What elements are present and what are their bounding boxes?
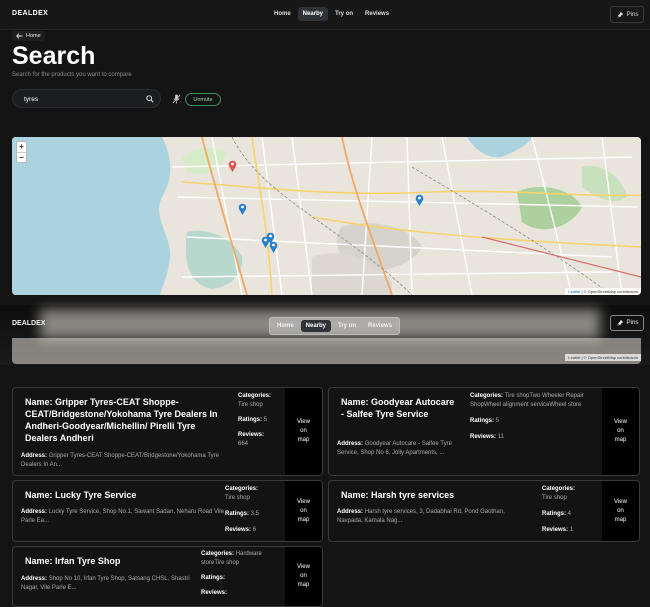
result-address: Address: Harsh tyre services, 3, Dadabha…	[337, 509, 505, 524]
brand-logo[interactable]: DEALDEX	[12, 10, 48, 17]
view-on-map-button[interactable]: View on map	[285, 388, 322, 475]
categories-value: Tire shop	[542, 495, 567, 501]
results-map[interactable]: + − Leaflet | © OpenStreetMap contributo…	[12, 137, 641, 295]
map-marker-icon[interactable]	[269, 241, 278, 253]
search-icon[interactable]	[146, 95, 154, 103]
page-subtitle: Search for the products you want to comp…	[12, 72, 132, 78]
result-meta: Categories: Tire shopTwo Wheeler Repair …	[470, 392, 598, 442]
ratings-label: Ratings:	[542, 511, 566, 517]
result-card: Name: Irfan Tyre Shop Address: Shop No 1…	[12, 546, 323, 607]
map-tiles-faded	[12, 338, 641, 364]
categories-label: Categories:	[542, 486, 576, 492]
osm-attribution: | © OpenStreetMap contributors	[581, 289, 638, 294]
reviews-label: Reviews:	[542, 527, 569, 533]
leaflet-link[interactable]: Leaflet	[568, 355, 580, 360]
reviews-value: 1	[569, 527, 574, 533]
nav-links: Home Nearby Try on Reviews	[269, 317, 401, 335]
result-meta: Categories: Hardware storeTire shop Rati…	[201, 550, 286, 598]
pins-button[interactable]: Pins	[610, 315, 644, 331]
unmute-button[interactable]: Unmute	[185, 93, 221, 106]
map-zoom-control: + −	[16, 141, 27, 163]
map-attribution: Leaflet | © OpenStreetMap contributors	[565, 288, 641, 295]
categories-label: Categories:	[225, 486, 259, 492]
map-marker-icon[interactable]	[415, 194, 424, 206]
reviews-label: Reviews:	[201, 590, 228, 596]
page-title: Search	[12, 42, 96, 70]
top-navbar: DEALDEX Home Nearby Try on Reviews Pins	[0, 0, 650, 30]
map-tiles	[12, 137, 641, 295]
osm-attribution: | © OpenStreetMap contributors	[581, 355, 638, 360]
categories-label: Categories:	[238, 393, 272, 399]
nav-home[interactable]: Home	[269, 7, 296, 21]
mic-off-icon[interactable]	[172, 94, 181, 104]
result-meta: Categories: Tire shop Ratings: 4 Reviews…	[542, 485, 602, 535]
map-attribution: Leaflet | © OpenStreetMap contributors	[565, 354, 641, 361]
categories-value: Tire shop	[225, 495, 250, 501]
result-name: Name: Harsh tyre services	[341, 490, 455, 500]
result-address: Address: Gripper Tyres-CEAT Shoppe-CEAT/…	[21, 453, 219, 468]
reviews-label: Reviews:	[225, 527, 252, 533]
ratings-label: Ratings:	[470, 418, 494, 424]
result-card: Name: Gripper Tyres-CEAT Shoppe-CEAT/Bri…	[12, 387, 323, 476]
back-home-label: Home	[26, 33, 41, 39]
view-on-map-button[interactable]: View on map	[602, 388, 639, 475]
zoom-out-button[interactable]: −	[17, 152, 26, 162]
sticky-navbar-overlay: DEALDEX Home Nearby Try on Reviews Pins …	[0, 305, 650, 365]
brand-logo[interactable]: DEALDEX	[12, 320, 45, 327]
nav-nearby[interactable]: Nearby	[297, 7, 329, 21]
pin-icon	[616, 319, 623, 327]
nav-reviews[interactable]: Reviews	[360, 7, 394, 21]
search-input[interactable]	[24, 94, 134, 104]
arrow-left-icon	[16, 33, 23, 39]
ratings-value: 4	[567, 511, 572, 517]
categories-value: Tire shop	[238, 402, 263, 408]
categories-label: Categories:	[470, 393, 504, 399]
ratings-value: 5	[495, 418, 500, 424]
result-card: Name: Harsh tyre services Address: Harsh…	[328, 480, 640, 542]
ratings-label: Ratings:	[238, 417, 262, 423]
categories-label: Categories:	[201, 551, 235, 557]
pin-icon	[616, 11, 623, 19]
nav-nearby[interactable]: Nearby	[300, 320, 332, 332]
result-name: Name: Goodyear Autocare - Salfee Tyre Se…	[341, 397, 455, 419]
reviews-value: 6	[252, 527, 257, 533]
ratings-label: Ratings:	[225, 511, 249, 517]
view-on-map-button[interactable]: View on map	[602, 481, 639, 541]
nav-try-on[interactable]: Try on	[333, 320, 361, 332]
map-marker-icon[interactable]	[238, 203, 247, 215]
nav-home[interactable]: Home	[272, 320, 299, 332]
leaflet-link[interactable]: Leaflet	[568, 289, 580, 294]
reviews-value: 664	[238, 441, 249, 447]
view-on-map-button[interactable]: View on map	[285, 481, 322, 541]
ratings-label: Ratings:	[201, 575, 225, 581]
back-home-button[interactable]: Home	[12, 31, 45, 41]
result-name: Name: Irfan Tyre Shop	[25, 556, 121, 566]
reviews-label: Reviews:	[470, 434, 497, 440]
pins-button[interactable]: Pins	[610, 6, 644, 23]
zoom-in-button[interactable]: +	[17, 142, 26, 152]
result-address: Address: Goodyear Autocare - Salfee Tyre…	[337, 441, 452, 456]
ratings-value: 5	[263, 417, 268, 423]
result-card: Name: Lucky Tyre Service Address: Lucky …	[12, 480, 323, 542]
pins-label: Pins	[626, 320, 639, 326]
result-address: Address: Shop No 10, Irfan Tyre Shop, Sa…	[21, 576, 190, 591]
result-meta: Categories: Tire shop Ratings: 3.5 Revie…	[225, 485, 285, 535]
result-name: Name: Gripper Tyres-CEAT Shoppe-CEAT/Bri…	[25, 397, 218, 443]
nav-reviews[interactable]: Reviews	[363, 320, 397, 332]
view-on-map-button[interactable]: View on map	[285, 547, 322, 606]
result-meta: Categories: Tire shop Ratings: 5 Reviews…	[238, 392, 288, 449]
nav-try-on[interactable]: Try on	[330, 7, 358, 21]
pins-label: Pins	[626, 11, 639, 18]
nav-links: Home Nearby Try on Reviews	[269, 7, 394, 21]
result-address: Address: Lucky Tyre Service, Shop No.1, …	[21, 509, 224, 524]
reviews-value: 11	[497, 434, 504, 440]
map-marker-icon[interactable]	[228, 160, 237, 172]
ratings-value: 3.5	[250, 511, 260, 517]
result-card: Name: Goodyear Autocare - Salfee Tyre Se…	[328, 387, 640, 476]
reviews-label: Reviews:	[238, 432, 265, 438]
search-field[interactable]	[12, 89, 161, 108]
result-name: Name: Lucky Tyre Service	[25, 490, 137, 500]
